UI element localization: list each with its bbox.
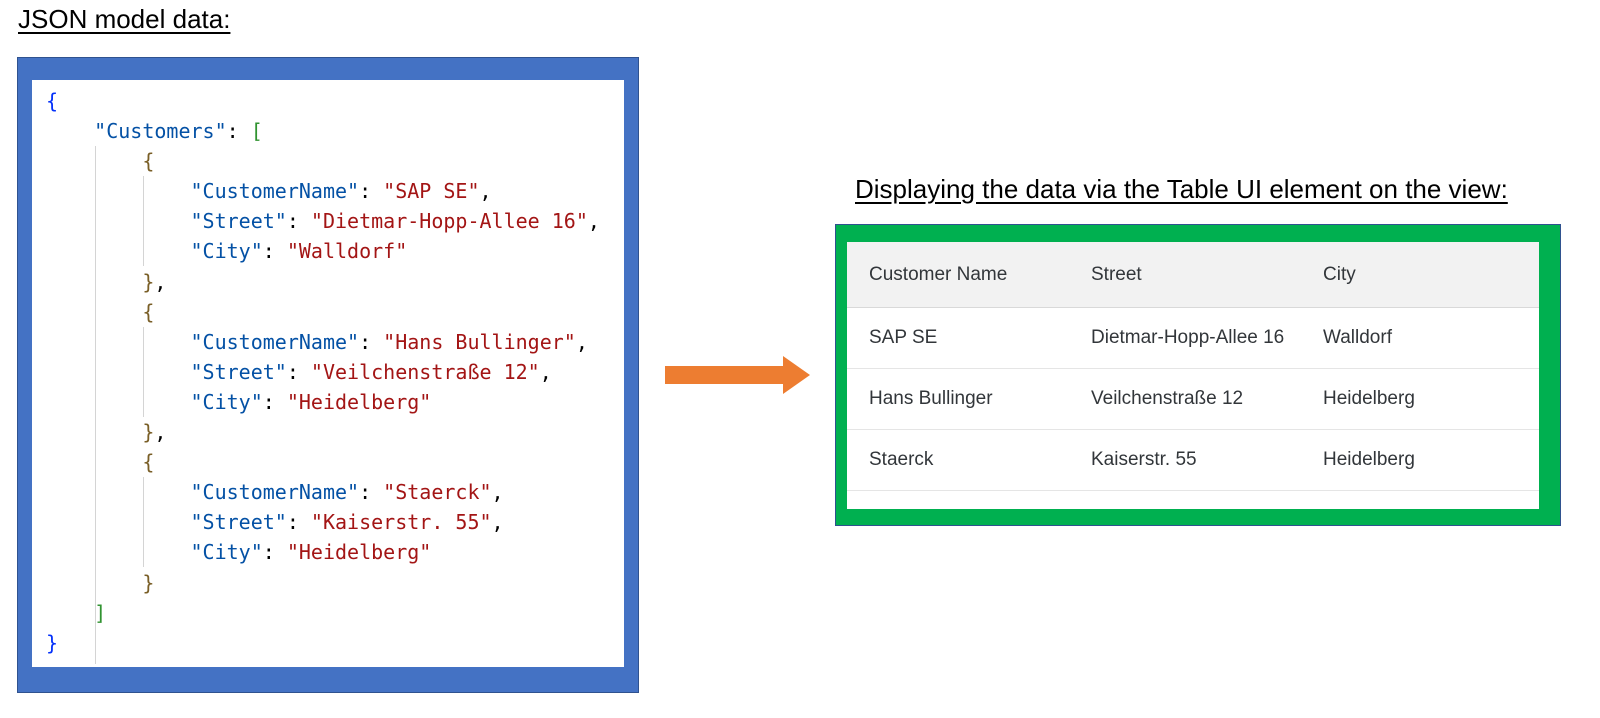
column-header-street[interactable]: Street	[1091, 242, 1323, 308]
cell-customer-name: Hans Bullinger	[847, 368, 1091, 430]
code-line: {	[142, 299, 155, 324]
code-line: }	[142, 570, 155, 595]
table-header-row: Customer Name Street City	[847, 242, 1539, 308]
code-line: "City": "Heidelberg"	[190, 540, 432, 565]
code-line: },	[142, 420, 167, 445]
code-line: "Street": "Veilchenstraße 12",	[190, 359, 552, 384]
cell-city: Heidelberg	[1323, 429, 1539, 491]
code-line: "CustomerName": "SAP SE",	[190, 179, 492, 204]
code-line: "Street": "Dietmar-Hopp-Allee 16",	[190, 209, 600, 234]
code-line: "Street": "Kaiserstr. 55",	[190, 510, 504, 535]
customers-table: Customer Name Street City SAP SE Dietmar…	[847, 242, 1539, 491]
code-line: "CustomerName": "Staerck",	[190, 480, 504, 505]
table-row[interactable]: Staerck Kaiserstr. 55 Heidelberg	[847, 429, 1539, 491]
code-line: ]	[94, 600, 107, 625]
json-code-panel: { "Customers": [ { "CustomerName": "SAP …	[17, 57, 639, 693]
json-code-editor: { "Customers": [ { "CustomerName": "SAP …	[32, 80, 624, 667]
table-row[interactable]: Hans Bullinger Veilchenstraße 12 Heidelb…	[847, 368, 1539, 430]
code-line: "CustomerName": "Hans Bullinger",	[190, 329, 588, 354]
code-line: {	[142, 149, 155, 174]
table-panel: Customer Name Street City SAP SE Dietmar…	[835, 224, 1561, 526]
cell-customer-name: SAP SE	[847, 307, 1091, 369]
code-line: }	[46, 630, 59, 655]
column-header-city[interactable]: City	[1323, 242, 1539, 308]
code-line: "City": "Walldorf"	[190, 239, 408, 264]
cell-street: Dietmar-Hopp-Allee 16	[1091, 307, 1323, 369]
json-code-lines: { "Customers": [ { "CustomerName": "SAP …	[46, 86, 600, 658]
cell-city: Walldorf	[1323, 307, 1539, 369]
right-arrow-icon	[665, 356, 810, 394]
cell-customer-name: Staerck	[847, 429, 1091, 491]
json-model-heading: JSON model data:	[18, 4, 231, 34]
code-line: "Customers": [	[94, 119, 263, 144]
code-line: "City": "Heidelberg"	[190, 389, 432, 414]
cell-street: Veilchenstraße 12	[1091, 368, 1323, 430]
cell-city: Heidelberg	[1323, 368, 1539, 430]
code-line: {	[46, 89, 59, 113]
code-line: {	[142, 450, 155, 475]
customers-table-container: Customer Name Street City SAP SE Dietmar…	[847, 242, 1539, 509]
cell-street: Kaiserstr. 55	[1091, 429, 1323, 491]
table-display-heading: Displaying the data via the Table UI ele…	[855, 174, 1508, 204]
column-header-customer-name[interactable]: Customer Name	[847, 242, 1091, 308]
code-line: },	[142, 269, 167, 294]
table-row[interactable]: SAP SE Dietmar-Hopp-Allee 16 Walldorf	[847, 307, 1539, 369]
